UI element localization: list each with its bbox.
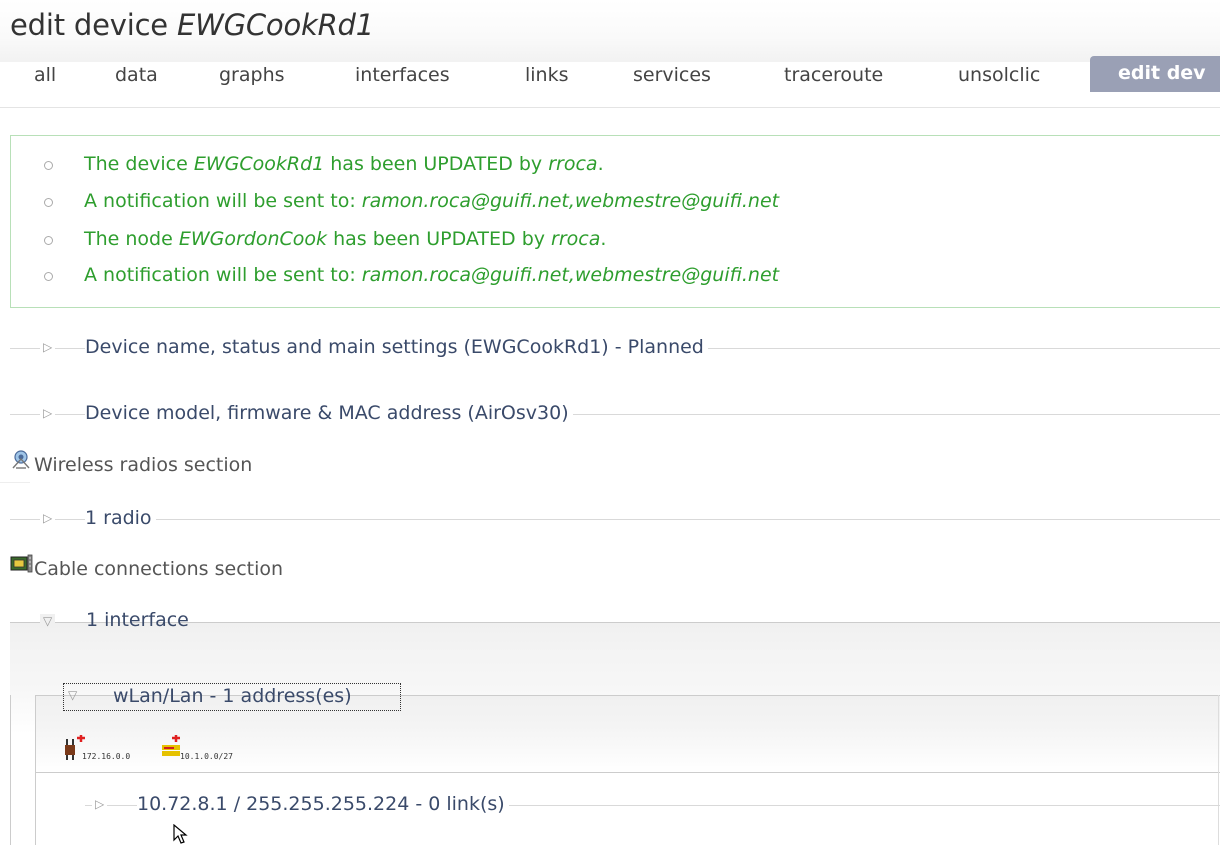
message-item: A notification will be sent to: ramon.ro… — [84, 190, 780, 212]
fieldset-model-firmware[interactable]: Device model, firmware & MAC address (Ai… — [85, 402, 573, 424]
tab-services[interactable]: services — [633, 58, 711, 92]
fieldset-radios[interactable]: 1 radio — [85, 507, 156, 529]
collapse-triangle-icon[interactable]: ▽ — [40, 614, 56, 628]
add-ip-label: 172.16.0.0 — [82, 752, 131, 761]
collapse-triangle-icon[interactable]: ▽ — [68, 688, 77, 702]
tab-data[interactable]: data — [115, 58, 158, 92]
bullet-icon — [44, 161, 53, 170]
tab-traceroute[interactable]: traceroute — [784, 58, 883, 92]
tab-edit-device[interactable]: edit dev — [1090, 56, 1220, 92]
divider — [35, 772, 1220, 773]
network-card-icon — [10, 553, 33, 575]
fieldset-main-settings[interactable]: Device name, status and main settings (E… — [85, 336, 708, 358]
fieldset-interfaces[interactable]: 1 interface — [86, 609, 193, 631]
title-device-name: EWGCookRd1 — [176, 8, 374, 42]
left-border — [35, 695, 36, 845]
fieldset-border — [10, 519, 1220, 520]
tab-all[interactable]: all — [34, 58, 56, 92]
left-border — [10, 695, 11, 845]
title-prefix: edit device — [10, 8, 168, 42]
expand-triangle-icon[interactable]: ▷ — [92, 797, 108, 811]
bullet-icon — [44, 198, 53, 207]
expand-triangle-icon[interactable]: ▷ — [40, 406, 56, 420]
mouse-cursor-icon — [173, 823, 191, 845]
page-title: edit device EWGCookRd1 — [10, 8, 374, 42]
bullet-icon — [44, 272, 53, 281]
tab-graphs[interactable]: graphs — [219, 58, 285, 92]
add-subnet-label: 10.1.0.0/27 — [180, 752, 233, 761]
message-item: The device EWGCookRd1 has been UPDATED b… — [84, 153, 604, 175]
fieldset-wlan[interactable]: wLan/Lan - 1 address(es) — [113, 685, 356, 707]
expand-triangle-icon[interactable]: ▷ — [40, 340, 56, 354]
tab-unsolclic[interactable]: unsolclic — [958, 58, 1040, 92]
wireless-antenna-icon — [10, 449, 32, 469]
fieldset-address[interactable]: 10.72.8.1 / 255.255.255.224 - 0 link(s) — [137, 793, 509, 815]
message-item: A notification will be sent to: ramon.ro… — [84, 264, 780, 286]
status-messages: The device EWGCookRd1 has been UPDATED b… — [10, 135, 1220, 308]
tab-interfaces[interactable]: interfaces — [355, 58, 450, 92]
divider — [0, 482, 30, 483]
cable-section-title: Cable connections section — [34, 558, 284, 580]
expand-triangle-icon[interactable]: ▷ — [40, 511, 56, 525]
tab-links[interactable]: links — [525, 58, 569, 92]
message-item: The node EWGordonCook has been UPDATED b… — [84, 228, 607, 250]
tab-bar: all data graphs interfaces links service… — [0, 56, 1220, 94]
tab-divider — [0, 107, 1220, 108]
bullet-icon — [44, 236, 53, 245]
right-border — [1218, 695, 1219, 845]
wireless-section-title: Wireless radios section — [34, 454, 253, 476]
